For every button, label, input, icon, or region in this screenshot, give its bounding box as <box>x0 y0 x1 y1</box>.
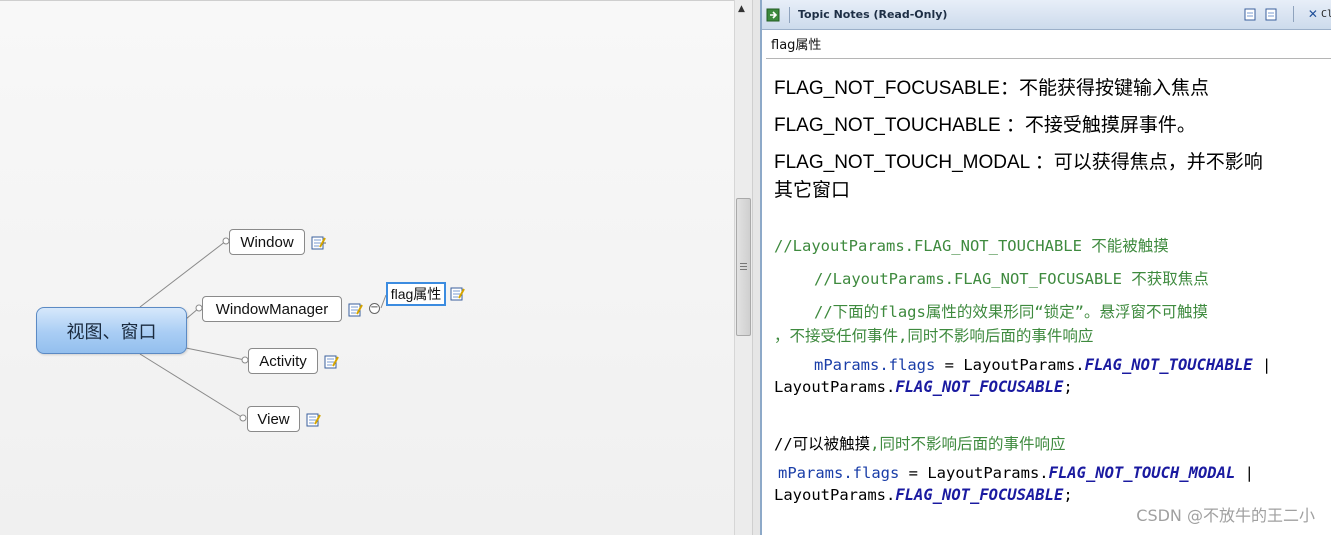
canvas-scrollbar[interactable]: ▲ <box>734 0 752 535</box>
code-constant: FLAG_NOT_FOCUSABLE <box>895 378 1064 396</box>
panel-header: Topic Notes (Read-Only) ✕ Cl <box>762 0 1331 30</box>
code-constant: FLAG_NOT_TOUCH_MODAL <box>1048 464 1236 482</box>
code-comment-text: //可以被触摸 <box>774 435 871 453</box>
code-field: mParams.flags <box>778 464 900 482</box>
note-icon[interactable] <box>324 354 339 369</box>
code-text: | <box>1235 464 1254 482</box>
topic-activity[interactable]: Activity <box>248 348 318 374</box>
note-line: FLAG_NOT_TOUCH_MODAL ：可以获得焦点，并不影响 <box>774 152 1263 173</box>
note-icon[interactable] <box>311 235 326 250</box>
central-topic[interactable]: 视图、窗口 <box>36 307 187 354</box>
header-separator <box>789 6 790 23</box>
grip-icon <box>740 263 747 270</box>
topic-flag-attributes[interactable]: flag属性 <box>386 282 446 306</box>
watermark: CSDN @不放牛的王二小 <box>1136 506 1315 525</box>
code-text: ; <box>1063 486 1073 504</box>
close-icon[interactable]: ✕ <box>1308 7 1318 21</box>
code-comment: //可以被触摸,同时不影响后面的事件响应 <box>774 432 1066 454</box>
header-separator <box>1292 6 1294 22</box>
note-icon[interactable] <box>306 412 321 427</box>
note-line: 其它窗口 <box>774 180 851 201</box>
code-comment-text: ,同时不影响后面的事件响应 <box>870 435 1066 453</box>
code-line: mParams.flags = LayoutParams.FLAG_NOT_TO… <box>778 464 1254 482</box>
note-line: FLAG_NOT_FOCUSABLE：不能获得按键输入焦点 <box>774 78 1209 99</box>
code-text: = LayoutParams. <box>935 356 1085 374</box>
close-label[interactable]: Cl <box>1321 9 1331 20</box>
code-line: mParams.flags = LayoutParams.FLAG_NOT_TO… <box>814 356 1271 374</box>
panel-title: Topic Notes (Read-Only) <box>798 8 948 21</box>
code-comment: //下面的flags属性的效果形同“锁定”。悬浮窗不可触摸 <box>814 303 1208 321</box>
note-line: FLAG_NOT_TOUCHABLE ：不接受触摸屏事件。 <box>774 115 1196 136</box>
export-icon[interactable] <box>765 7 781 23</box>
next-note-icon[interactable] <box>1264 7 1279 22</box>
code-comment: //LayoutParams.FLAG_NOT_FOCUSABLE 不获取焦点 <box>814 270 1209 288</box>
topic-windowmanager[interactable]: WindowManager <box>202 296 342 322</box>
topic-connectors <box>139 237 387 422</box>
pane-splitter[interactable] <box>752 0 760 535</box>
code-text: | <box>1252 356 1272 374</box>
previous-note-icon[interactable] <box>1243 7 1258 22</box>
code-line: LayoutParams.FLAG_NOT_FOCUSABLE; <box>774 378 1073 396</box>
panel-actions: ✕ Cl <box>1243 6 1331 22</box>
code-text: = LayoutParams. <box>899 464 1049 482</box>
scrollbar-thumb[interactable] <box>736 198 751 336</box>
code-text: ; <box>1063 378 1073 396</box>
topic-notes-panel: Topic Notes (Read-Only) ✕ Cl flag属性 FLAG… <box>760 0 1331 535</box>
code-field: mParams.flags <box>814 356 936 374</box>
code-text: LayoutParams. <box>774 486 896 504</box>
code-constant: FLAG_NOT_TOUCHABLE <box>1084 356 1253 374</box>
code-line: LayoutParams.FLAG_NOT_FOCUSABLE; <box>774 486 1073 504</box>
code-text: LayoutParams. <box>774 378 896 396</box>
note-topic-title: flag属性 <box>766 36 1331 59</box>
code-comment: //LayoutParams.FLAG_NOT_TOUCHABLE 不能被触摸 <box>774 237 1169 255</box>
mindmap-canvas[interactable]: 视图、窗口 Window WindowManager Activity View… <box>0 0 734 535</box>
scroll-up-arrow-icon[interactable]: ▲ <box>738 4 745 14</box>
note-icon[interactable] <box>348 302 363 317</box>
note-icon[interactable] <box>450 286 465 301</box>
topic-window[interactable]: Window <box>229 229 305 255</box>
code-constant: FLAG_NOT_FOCUSABLE <box>895 486 1064 504</box>
code-comment: ，不接受任何事件,同时不影响后面的事件响应 <box>774 327 1094 345</box>
topic-view[interactable]: View <box>247 406 300 432</box>
collapse-toggle[interactable]: − <box>369 303 380 314</box>
